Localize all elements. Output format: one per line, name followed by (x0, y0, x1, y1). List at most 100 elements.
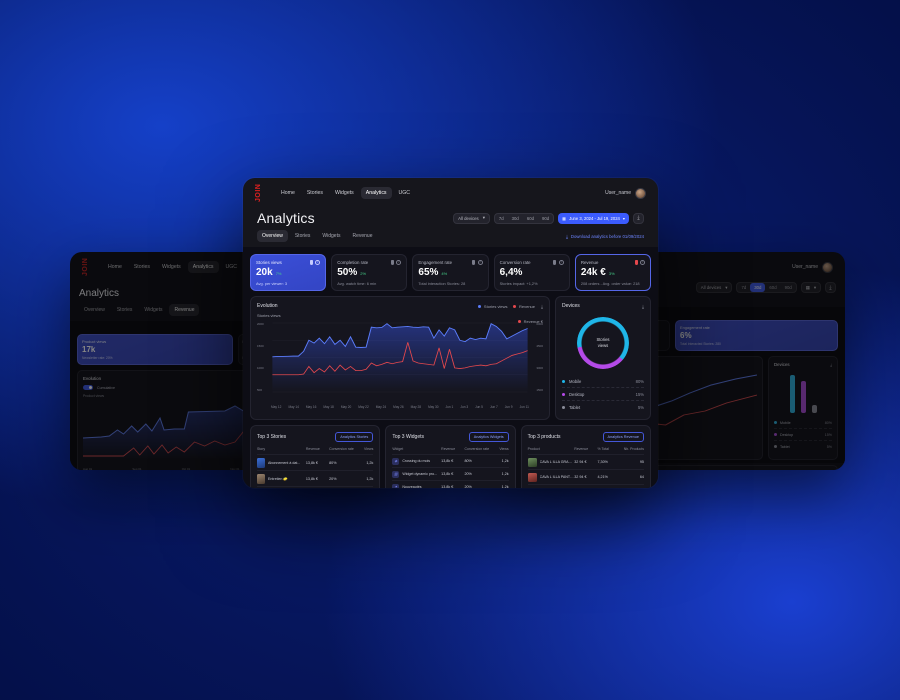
calendar-icon: ▦ (805, 284, 810, 290)
bg-right-device-filter[interactable]: All devices ▾ (695, 282, 733, 293)
range-60d[interactable]: 60d (523, 214, 538, 223)
pin-icon[interactable] (390, 260, 394, 265)
bg-right-range-60d[interactable]: 60d (765, 283, 780, 292)
main-nav[interactable]: Home Stories Widgets Analytics UGC (276, 187, 415, 199)
x-tick: Jun 5 (475, 405, 483, 409)
analytics-revenue-button[interactable]: Analytics Revenue (602, 432, 644, 442)
info-icon[interactable]: i (640, 260, 646, 265)
col-conversion: Conversion rate (329, 447, 354, 451)
device-value: 5% (637, 404, 644, 410)
date-range-picker[interactable]: ▦ June 3, 2024 - Jul 19, 2024 ▾ (558, 212, 629, 224)
brand-logo[interactable]: JOIN (82, 256, 89, 278)
legend-revenue[interactable]: Revenue (513, 304, 535, 309)
bg-right-range-30d[interactable]: 30d (750, 283, 766, 292)
table-row: Déboxing 📦 13,8k € 80% 1,2k (257, 486, 374, 488)
bg-right-calendar-button[interactable]: ▦ ▾ (800, 282, 821, 293)
x-tick: May 28 (410, 405, 422, 409)
range-segments[interactable]: 7d 30d 60d 90d (493, 212, 555, 224)
bg-right-kpi-value: 6% (680, 331, 692, 340)
analytics-stories-button[interactable]: Analytics Stories (335, 432, 374, 442)
kpi-card-stories-views[interactable]: Stories views i 20k 7% Avg. per viewer: 3 (250, 254, 327, 291)
download-analytics-link[interactable]: ⤓ Download analytics before 01/09/2024 (566, 234, 644, 239)
range-7d[interactable]: 7d (495, 214, 508, 223)
bg-left-kpi-product-views[interactable]: Product views 17k Newsletter rate: 20% (77, 334, 233, 365)
brand-logo[interactable]: JOIN (255, 182, 262, 204)
bg-right-range-90d[interactable]: 90d (781, 283, 796, 292)
tab-overview[interactable]: Overview (257, 230, 288, 242)
bg-left-tab-overview[interactable]: Overview (79, 304, 110, 316)
analytics-widgets-button[interactable]: Analytics Widgets (468, 432, 509, 442)
bg-left-nav-ugc[interactable]: UGC (221, 261, 243, 273)
table-row: ✦ Nouveautés 13,8k € 20% 1,2k (392, 480, 509, 488)
nav-item-analytics[interactable]: Analytics (360, 187, 392, 199)
chevron-down-icon: ▾ (482, 215, 485, 220)
download-icon[interactable]: ⤓ (642, 304, 644, 309)
bg-right-range-segments[interactable]: 7d 30d 60d 90d (736, 282, 797, 293)
evolution-title: Evolution (257, 303, 278, 309)
widget-name: Nouveautés (402, 485, 422, 488)
kpi-delta: 2% (360, 271, 366, 276)
bg-right-export-button[interactable]: ⤓ (825, 282, 836, 293)
user-menu[interactable]: User_name (605, 187, 646, 199)
cumulative-toggle[interactable] (83, 385, 93, 390)
bg-left-nav-analytics[interactable]: Analytics (187, 261, 219, 273)
info-icon[interactable]: i (477, 260, 483, 265)
device-label: Mobile (569, 378, 582, 384)
export-button[interactable]: ⤓ (633, 212, 644, 224)
table-row: ◈ Crossing du mois 13,8k € 80% 1,2k (392, 454, 509, 468)
bg-left-tab-stories[interactable]: Stories (112, 304, 138, 316)
tab-stories[interactable]: Stories (290, 230, 316, 242)
x-tick: Jun 7 (489, 405, 498, 409)
bg-left-tab-revenue[interactable]: Revenue (169, 304, 200, 316)
bg-right-devices-title: Devices (774, 362, 790, 367)
pin-icon[interactable] (309, 260, 313, 265)
pin-icon[interactable] (634, 260, 638, 265)
bg-left-nav[interactable]: Home Stories Widgets Analytics UGC (103, 261, 242, 273)
kpi-card-completion-rate[interactable]: Completion rate i 50% 2% Avg. watch time:… (331, 254, 408, 291)
tab-widgets[interactable]: Widgets (317, 230, 345, 242)
top-products-panel: Top 3 products Analytics Revenue Product… (520, 425, 651, 488)
info-icon[interactable]: i (558, 260, 564, 265)
nav-item-ugc[interactable]: UGC (394, 187, 416, 199)
header-filters[interactable]: All devices ▾ 7d 30d 60d 90d ▦ June 3, 2… (453, 212, 644, 224)
x-tick: May 14 (288, 405, 299, 409)
download-icon[interactable]: ⤓ (830, 362, 832, 367)
device-filter-select[interactable]: All devices ▾ (453, 212, 490, 224)
avatar[interactable] (822, 261, 833, 273)
bg-left-nav-widgets[interactable]: Widgets (157, 261, 186, 273)
kpi-value: 65% (418, 267, 439, 278)
nav-item-stories[interactable]: Stories (302, 187, 328, 199)
bg-left-nav-stories[interactable]: Stories (129, 261, 155, 273)
section-tabs[interactable]: Overview Stories Widgets Revenue (257, 230, 377, 242)
product-name: CAVA L ILLA GRANDE AGUA DE LA MALLA... (539, 460, 575, 464)
kpi-card-revenue[interactable]: Revenue i 24k €3% 208 orders - Avg. orde… (574, 254, 652, 291)
y-axis-right-ticks: 6000 4500 3000 1500 (536, 322, 543, 392)
x-tick: Jun 11 (519, 405, 529, 409)
info-icon[interactable]: i (396, 260, 402, 265)
main-window[interactable]: JOIN Home Stories Widgets Analytics UGC … (243, 178, 658, 488)
nav-item-widgets[interactable]: Widgets (330, 187, 359, 199)
bg-right-device-row: Desktop 15% (774, 429, 832, 441)
kpi-row: Stories views i 20k 7% Avg. per viewer: 3… (250, 254, 652, 291)
nav-item-home[interactable]: Home (276, 187, 300, 199)
bg-right-kpi-engagement[interactable]: Engagement rate 6% Total interacted Stor… (675, 320, 838, 351)
info-icon[interactable]: i (315, 260, 321, 265)
bg-left-nav-home[interactable]: Home (103, 261, 127, 273)
bg-right-user[interactable]: User_name (792, 261, 833, 273)
range-90d[interactable]: 90d (538, 214, 553, 223)
kpi-card-conversion-rate[interactable]: Conversion rate i 6,4% Stories impact: +… (493, 254, 570, 291)
bg-left-tab-widgets[interactable]: Widgets (139, 304, 167, 316)
top-stories-title: Top 3 Stories (257, 434, 287, 440)
widget-icon: ▥ (392, 470, 400, 478)
bg-right-range-7d[interactable]: 7d (737, 283, 750, 292)
kpi-card-engagement-rate[interactable]: Engagement rate i 65% 4% Total interactio… (412, 254, 489, 291)
col-views: Views (499, 447, 509, 451)
download-icon[interactable]: ⤓ (541, 304, 543, 309)
pin-icon[interactable] (472, 260, 476, 265)
pin-icon[interactable] (553, 260, 557, 265)
range-30d[interactable]: 30d (508, 214, 523, 223)
device-value: 80% (635, 378, 644, 384)
avatar[interactable] (635, 187, 646, 199)
tab-revenue[interactable]: Revenue (347, 230, 377, 242)
legend-stories-views[interactable]: Stories views (478, 304, 507, 309)
